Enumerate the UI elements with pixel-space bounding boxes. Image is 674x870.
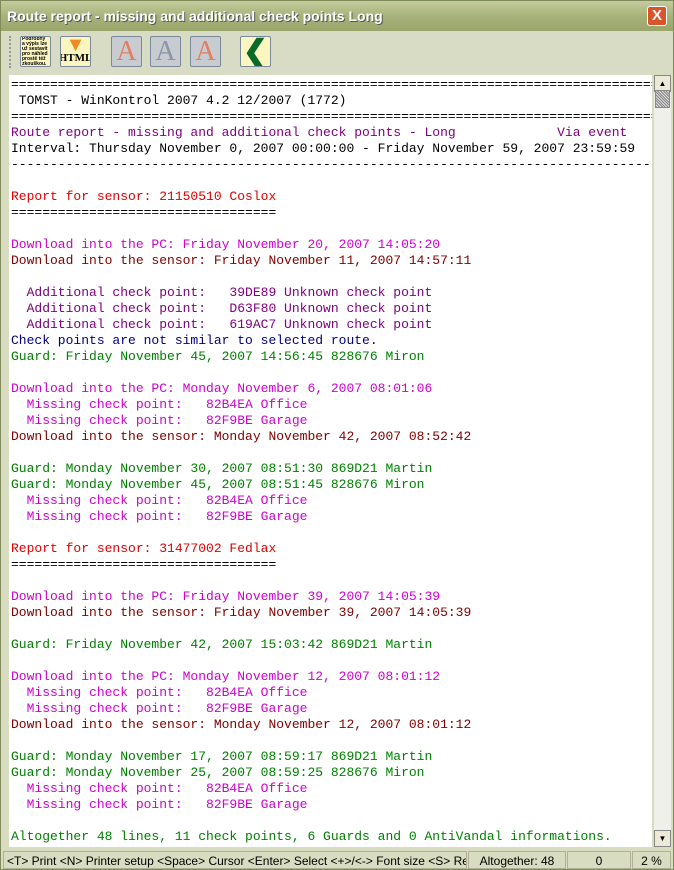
detailed-report-button[interactable]: Podrobný a výpis lze už sestavit pro náh… — [20, 36, 51, 67]
report-line: Missing check point: 82B4EA Office — [11, 493, 308, 508]
report-line: Check points are not similar to selected… — [11, 333, 378, 348]
html-export-button[interactable]: ▼ HTML — [60, 36, 91, 67]
font-a-icon: A — [195, 36, 216, 67]
report-line: Report for sensor: 21150510 Coslox — [11, 189, 277, 204]
scroll-down-button[interactable]: ▼ — [654, 830, 671, 847]
report-line: Download into the PC: Monday November 6,… — [11, 381, 433, 396]
vertical-scrollbar[interactable]: ▲ ▼ — [654, 75, 671, 847]
report-line: Download into the sensor: Monday Novembe… — [11, 717, 472, 732]
title-bar[interactable]: Route report - missing and additional ch… — [1, 1, 673, 31]
report-line: Guard: Monday November 25, 2007 08:59:25… — [11, 765, 425, 780]
report-line: Altogether 48 lines, 11 check points, 6 … — [11, 829, 612, 844]
status-bar: <T> Print <N> Printer setup <Space> Curs… — [1, 850, 673, 870]
report-line: Download into the sensor: Monday Novembe… — [11, 429, 472, 444]
status-cursor: 0 — [567, 851, 631, 869]
report-line: Missing check point: 82B4EA Office — [11, 685, 308, 700]
report-line: Guard: Monday November 30, 2007 08:51:30… — [11, 461, 433, 476]
scroll-thumb[interactable] — [655, 90, 670, 108]
report-line: Missing check point: 82F9BE Garage — [11, 701, 308, 716]
report-line: Download into the sensor: Friday Novembe… — [11, 253, 472, 268]
paper-text-icon: Podrobný a výpis lze už sestavit pro náh… — [22, 36, 48, 67]
report-line: ----------------------------------------… — [11, 157, 652, 172]
toolbar: Podrobný a výpis lze už sestavit pro náh… — [1, 31, 673, 73]
report-line: Download into the sensor: Friday Novembe… — [11, 605, 472, 620]
font-smaller-button[interactable]: A — [150, 36, 181, 67]
status-total: Altogether: 48 — [468, 851, 566, 869]
report-line: Additional check point: D63F80 Unknown c… — [11, 301, 433, 316]
report-window: Route report - missing and additional ch… — [0, 0, 674, 870]
report-line: Guard: Friday November 45, 2007 14:56:45… — [11, 349, 425, 364]
report-text-area[interactable]: ================================== ======… — [9, 75, 652, 847]
report-line: Guard: Friday November 42, 2007 15:03:42… — [11, 637, 433, 652]
report-line: Missing check point: 82F9BE Garage — [11, 797, 308, 812]
font-a-icon: A — [116, 36, 137, 67]
html-icon: HTML — [60, 51, 91, 64]
report-line: ================================== — [11, 205, 277, 220]
report-line: Missing check point: 82B4EA Office — [11, 397, 308, 412]
report-line: Missing check point: 82F9BE Garage — [11, 509, 308, 524]
report-line: Download into the PC: Monday November 12… — [11, 669, 441, 684]
report-line: Download into the PC: Friday November 39… — [11, 589, 441, 604]
report-line: Interval: Thursday November 0, 2007 00:0… — [11, 141, 636, 156]
toolbar-grip[interactable] — [9, 36, 12, 68]
report-line: ========================================… — [11, 109, 652, 124]
font-a-icon: A — [155, 36, 176, 67]
report-line: Report for sensor: 31477002 Fedlax — [11, 541, 277, 556]
report-line: ========================================… — [11, 77, 652, 92]
report-line: Download into the PC: Friday November 20… — [11, 237, 441, 252]
report-line: ================================== — [11, 557, 277, 572]
report-line: Guard: Monday November 45, 2007 08:51:45… — [11, 477, 425, 492]
window-title: Route report - missing and additional ch… — [7, 8, 383, 24]
report-line: Additional check point: 39DE89 Unknown c… — [11, 285, 433, 300]
close-button[interactable]: X — [647, 6, 667, 26]
back-button[interactable]: ❮ — [240, 36, 271, 67]
report-line: Guard: Monday November 17, 2007 08:59:17… — [11, 749, 433, 764]
font-restore-button[interactable]: A — [190, 36, 221, 67]
status-hint: <T> Print <N> Printer setup <Space> Curs… — [3, 851, 467, 869]
font-larger-button[interactable]: A — [111, 36, 142, 67]
status-percent: 2 % — [632, 851, 671, 869]
report-line: TOMST - WinKontrol 2007 4.2 12/2007 (177… — [11, 93, 347, 108]
report-line: Missing check point: 82F9BE Garage — [11, 413, 308, 428]
report-line: Additional check point: 619AC7 Unknown c… — [11, 317, 433, 332]
report-line: Missing check point: 82B4EA Office — [11, 781, 308, 796]
report-line: Route report - missing and additional ch… — [11, 125, 628, 140]
back-arrow-icon: ❮ — [242, 36, 269, 67]
orange-chevron-icon: ▼ — [65, 36, 86, 56]
